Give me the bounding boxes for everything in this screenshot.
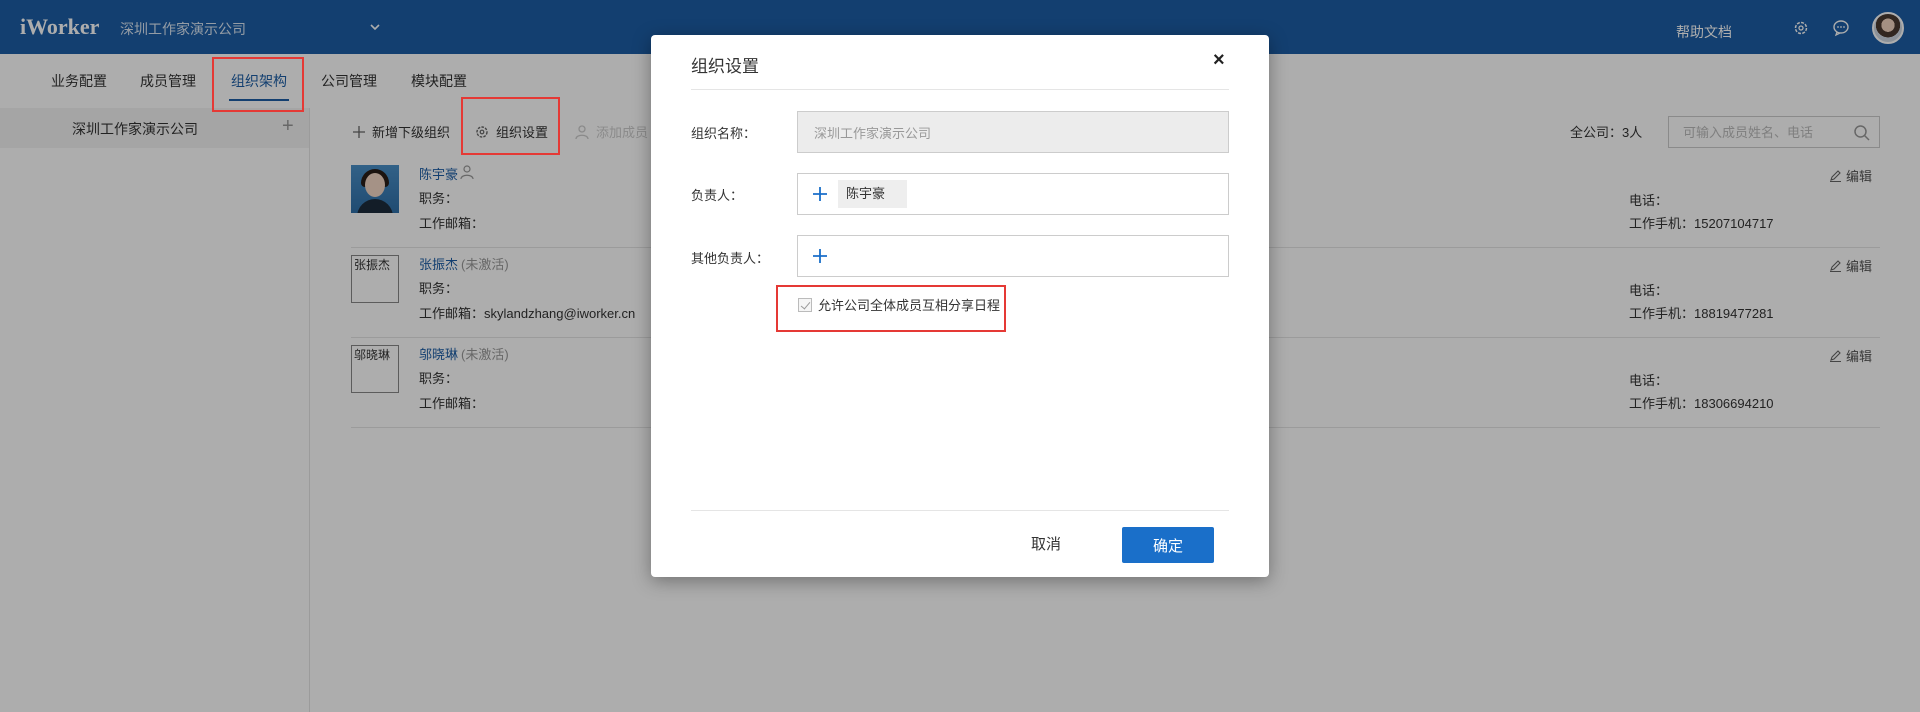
- add-other-leader-icon[interactable]: [812, 248, 828, 264]
- add-leader-icon[interactable]: [812, 186, 828, 202]
- divider: [691, 510, 1229, 511]
- org-name-label: 组织名称：: [691, 126, 757, 141]
- highlight-box: [212, 57, 304, 112]
- confirm-button[interactable]: 确定: [1122, 527, 1214, 563]
- dialog-title: 组织设置: [691, 57, 759, 76]
- cancel-button[interactable]: 取消: [1031, 533, 1061, 554]
- divider: [691, 89, 1229, 90]
- leader-tag[interactable]: 陈宇豪: [838, 180, 908, 208]
- close-icon[interactable]: ×: [1213, 49, 1225, 72]
- other-leaders-label: 其他负责人：: [691, 251, 770, 266]
- leader-label: 负责人：: [691, 188, 744, 203]
- highlight-box: [776, 285, 1006, 332]
- org-name-input: [798, 112, 1228, 152]
- org-settings-dialog: 组织设置 × 组织名称： 负责人： 陈宇豪 其他负责人： 允许公司全体成员互相分…: [651, 35, 1269, 577]
- org-name-field: [797, 111, 1229, 153]
- leader-field: 陈宇豪: [797, 173, 1229, 215]
- other-leaders-field: [797, 235, 1229, 277]
- highlight-box: [461, 97, 560, 155]
